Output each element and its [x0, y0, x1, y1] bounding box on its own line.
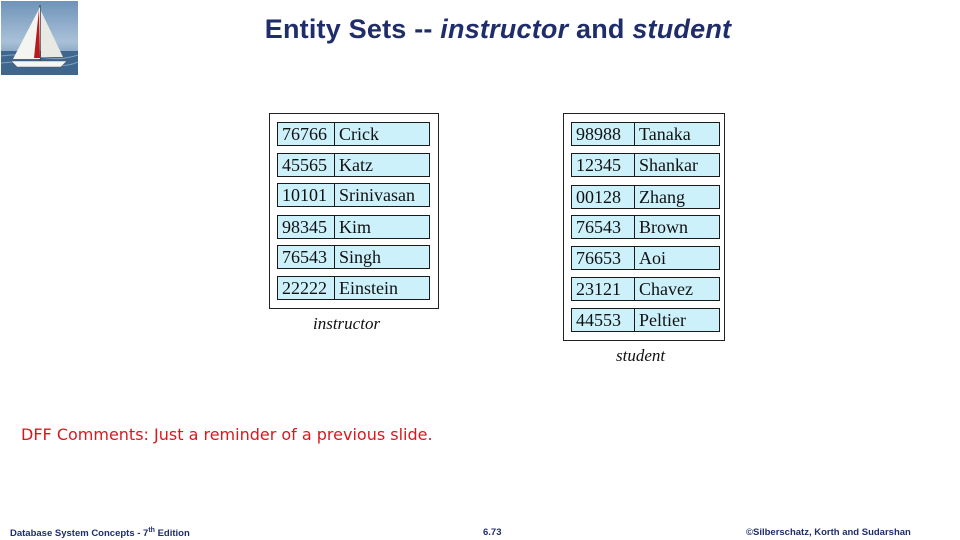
entity-id: 45565 [278, 154, 335, 176]
footer-page-number: 6.73 [483, 527, 502, 538]
entity-id: 22222 [278, 277, 335, 299]
entity-row: 22222 Einstein [277, 276, 430, 300]
entity-name: Singh [339, 247, 382, 267]
entity-name: Brown [639, 217, 688, 237]
entity-id: 98345 [278, 216, 335, 238]
footer-copyright: ©Silberschatz, Korth and Sudarshan [746, 527, 911, 538]
entity-id: 12345 [572, 154, 635, 176]
instructor-entity-set: 76766 Crick 45565 Katz 10101 Srinivasan 98345 K… [269, 113, 439, 309]
entity-row: 76543 Singh [277, 245, 430, 269]
entity-id: 44553 [572, 309, 635, 331]
entity-name: Chavez [639, 279, 693, 299]
instructor-caption: instructor [313, 314, 381, 333]
entity-name: Tanaka [639, 124, 691, 144]
entity-id: 76766 [278, 123, 335, 145]
student-caption: student [616, 346, 666, 365]
entity-name: Shankar [639, 155, 698, 175]
entity-name: Peltier [639, 310, 686, 330]
slide-title: Entity Sets -- instructor and student [264, 14, 732, 44]
entity-name: Crick [339, 124, 379, 144]
entity-name: Kim [339, 217, 372, 237]
entity-id: 76653 [572, 247, 635, 269]
entity-id: 00128 [572, 186, 635, 208]
entity-row: 10101 Srinivasan [277, 183, 430, 207]
entity-id: 76543 [278, 246, 335, 268]
footer-book-title: Database System Concepts - 7th Edition [10, 527, 190, 540]
entity-row: 45565 Katz [277, 153, 430, 177]
entity-row: 98345 Kim [277, 215, 430, 239]
entity-row: 44553 Peltier [571, 308, 720, 332]
entity-name: Katz [339, 155, 373, 175]
entity-row: 98988 Tanaka [571, 122, 720, 146]
dff-comment: DFF Comments: Just a reminder of a previ… [21, 425, 433, 444]
entity-id: 10101 [278, 184, 335, 206]
student-entity-set: 98988 Tanaka 12345 Shankar 00128 Zhang 76543 Br… [563, 113, 725, 341]
entity-row: 00128 Zhang [571, 185, 720, 209]
entity-row: 12345 Shankar [571, 153, 720, 177]
entity-name: Srinivasan [339, 185, 415, 205]
entity-row: 23121 Chavez [571, 277, 720, 301]
entity-row: 76543 Brown [571, 215, 720, 239]
entity-id: 23121 [572, 278, 635, 300]
entity-id: 98988 [572, 123, 635, 145]
entity-row: 76766 Crick [277, 122, 430, 146]
entity-row: 76653 Aoi [571, 246, 720, 270]
entity-name: Zhang [639, 187, 685, 207]
entity-name: Einstein [339, 278, 398, 298]
entity-id: 76543 [572, 216, 635, 238]
entity-name: Aoi [639, 248, 666, 268]
